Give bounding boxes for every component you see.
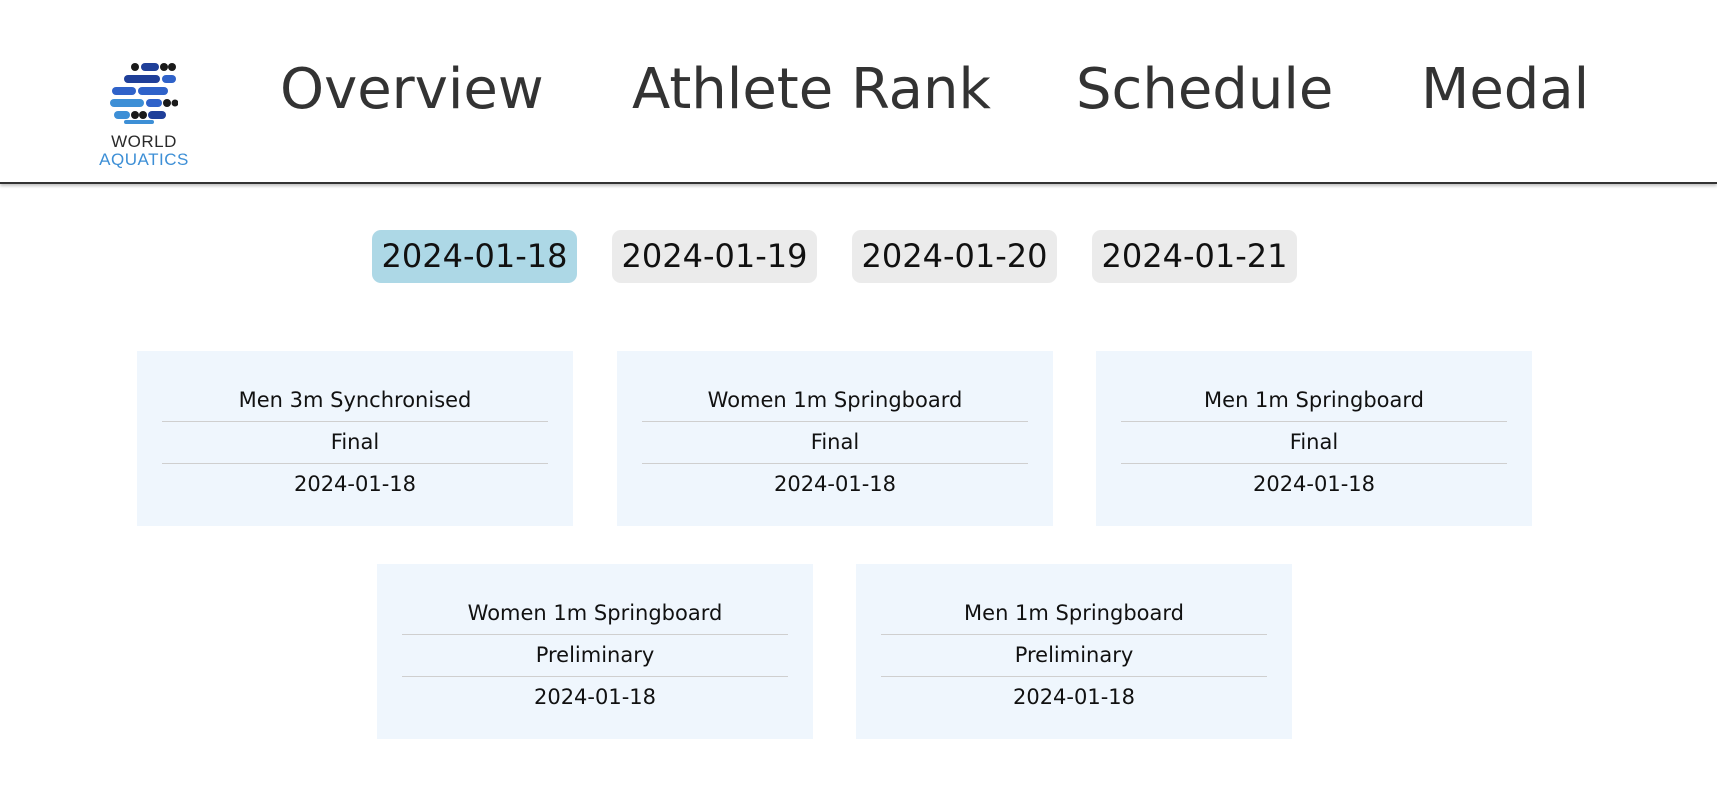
event-stage: Final — [330, 430, 380, 454]
logo-wordmark-aquatics: AQUATICS — [99, 150, 189, 169]
event-date: 2024-01-18 — [773, 472, 897, 496]
event-name: Men 1m Springboard — [1204, 388, 1424, 412]
event-stage: Final — [1289, 430, 1339, 454]
nav-medal[interactable]: Medal — [1421, 55, 1589, 125]
event-name: Women 1m Springboard — [467, 601, 723, 625]
event-stage: Final — [810, 430, 860, 454]
event-card[interactable]: Women 1m Springboard Preliminary 2024-01… — [377, 564, 813, 739]
event-card[interactable]: Women 1m Springboard Final 2024-01-18 — [617, 351, 1053, 526]
date-tab-2024-01-18[interactable]: 2024-01-18 — [372, 230, 577, 283]
logo-wordmark-world: WORLD — [111, 132, 177, 151]
event-card[interactable]: Men 1m Springboard Preliminary 2024-01-1… — [856, 564, 1292, 739]
event-stage: Preliminary — [535, 643, 655, 667]
event-date: 2024-01-18 — [293, 472, 417, 496]
date-tab-2024-01-20[interactable]: 2024-01-20 — [852, 230, 1057, 283]
nav-schedule[interactable]: Schedule — [1076, 55, 1333, 125]
event-date: 2024-01-18 — [533, 685, 657, 709]
date-tab-2024-01-21[interactable]: 2024-01-21 — [1092, 230, 1297, 283]
date-tab-2024-01-19[interactable]: 2024-01-19 — [612, 230, 817, 283]
event-stage: Preliminary — [1014, 643, 1134, 667]
nav-athlete-rank[interactable]: Athlete Rank — [632, 55, 991, 125]
event-name: Men 3m Synchronised — [238, 388, 472, 412]
top-navigation-bar: WORLD AQUATICS Overview Athlete Rank Sch… — [0, 0, 1717, 184]
world-aquatics-logo[interactable]: WORLD AQUATICS — [88, 62, 200, 172]
event-date: 2024-01-18 — [1252, 472, 1376, 496]
nav-overview[interactable]: Overview — [280, 55, 544, 125]
date-tab-bar: 2024-01-18 2024-01-19 2024-01-20 2024-01… — [0, 230, 1717, 284]
event-name: Men 1m Springboard — [964, 601, 1184, 625]
event-name: Women 1m Springboard — [707, 388, 963, 412]
event-card[interactable]: Men 3m Synchronised Final 2024-01-18 — [137, 351, 573, 526]
event-card[interactable]: Men 1m Springboard Final 2024-01-18 — [1096, 351, 1532, 526]
event-date: 2024-01-18 — [1012, 685, 1136, 709]
world-aquatics-logo-icon — [110, 63, 178, 124]
